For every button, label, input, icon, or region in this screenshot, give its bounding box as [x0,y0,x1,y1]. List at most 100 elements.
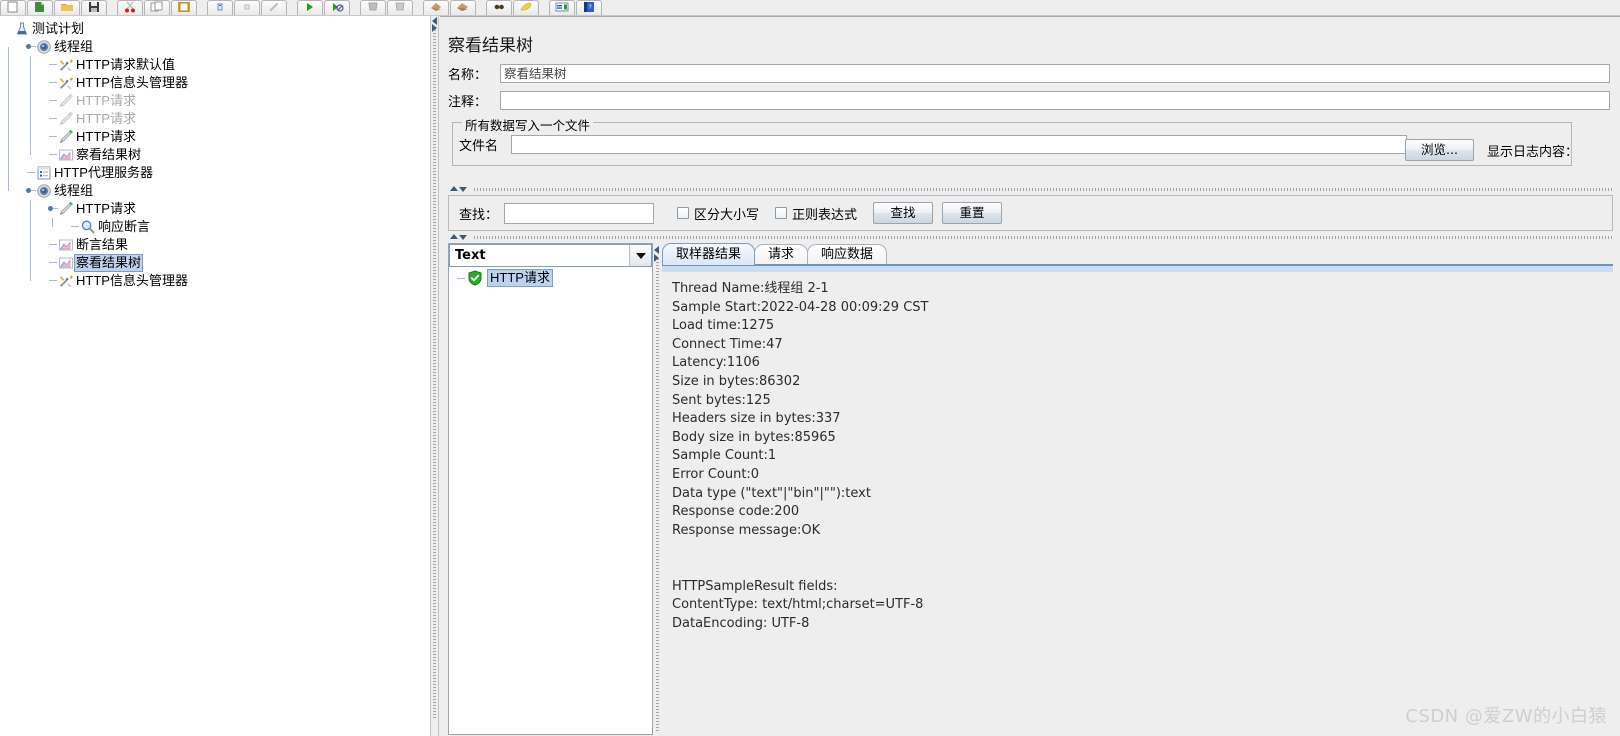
toolbar-separator [540,0,549,15]
stop-icon[interactable] [360,0,386,15]
search-label: 查找： [459,207,499,223]
stop-icon [366,1,380,16]
regex-checkbox[interactable] [775,207,788,219]
paste-icon[interactable] [171,0,197,15]
main-toolbar: ? [0,0,1620,16]
regex-label: 正则表达式 [792,207,858,223]
start-icon[interactable] [297,0,323,15]
tree-node[interactable]: HTTP请求 [0,92,430,110]
config-element-icon [58,57,74,73]
result-line: Error Count:0 [672,466,760,482]
lower-split-arrows[interactable] [450,233,472,242]
results-splitter-left-icon[interactable] [654,246,659,254]
function-helper-icon[interactable] [549,0,575,15]
result-line: Connect Time:47 [672,336,783,352]
shutdown-icon[interactable] [387,0,413,15]
result-line: Load time:1275 [672,318,775,334]
clear-all-icon[interactable] [450,0,476,15]
tree-node[interactable]: 察看结果树 [0,146,430,164]
config-element-icon [58,75,74,91]
find-button[interactable]: 查找 [873,202,934,224]
upper-split-collapse-up-icon[interactable] [450,186,458,191]
tab-2[interactable]: 请求 [754,244,809,265]
tree-expand-handle[interactable] [48,201,58,217]
lower-split-collapse-down-icon[interactable] [459,235,467,240]
toggle-icon[interactable] [261,0,287,15]
results-splitter[interactable] [653,243,662,735]
tree-node[interactable]: HTTP请求默认值 [0,56,430,74]
save-icon[interactable] [81,0,107,15]
tree-node-connector [48,273,58,289]
search-input[interactable] [504,202,654,224]
result-line: Response code:200 [672,504,800,520]
tree-node[interactable]: HTTP请求 [0,110,430,128]
cut-icon[interactable] [117,0,143,15]
tree-node[interactable]: HTTP代理服务器 [0,164,430,182]
splitter-one-touch-arrows[interactable] [431,17,440,32]
lower-split-collapse-up-icon[interactable] [450,234,458,239]
tree-expand-handle[interactable] [26,39,36,55]
new-icon[interactable] [0,0,26,15]
sample-result-tree[interactable]: HTTP请求 [449,269,652,734]
http-proxy-icon [36,165,52,181]
tree-node-connector [48,255,58,271]
copy-icon[interactable] [144,0,170,15]
case-sensitive-checkbox[interactable] [677,207,689,219]
tree-connector-line [8,47,9,191]
tree-node[interactable]: 响应断言 [0,218,430,236]
tab-3[interactable]: 响应数据 [807,244,888,265]
tab-1[interactable]: 取样器结果 [662,243,756,265]
tab-label: 取样器结果 [676,247,742,262]
tree-node[interactable]: 察看结果树 [0,254,430,272]
start-no-pause-icon[interactable] [324,0,350,15]
tree-node[interactable]: HTTP请求 [0,128,430,146]
filename-input[interactable] [511,135,1407,154]
templates-icon[interactable] [27,0,53,15]
main-vertical-splitter[interactable] [430,16,439,736]
clear-icon[interactable] [423,0,449,15]
tree-node[interactable]: HTTP信息头管理器 [0,74,430,92]
watermark: CSDN @爱ZW的小白猿 [1405,706,1607,727]
templates-icon [33,1,47,16]
jmeter-window: ? 测试计划 线程组 HTTP请求默认值 HTTP信息头管理器 HTTP请求 HTTP请求… [0,0,1620,736]
reset-button[interactable]: 重置 [942,202,1003,224]
tree-node[interactable]: HTTP请求 [0,200,430,218]
results-tree-pane[interactable]: Text HTTP请求 [448,243,653,735]
expand-icon[interactable] [207,0,233,15]
tree-node-label: HTTP代理服务器 [54,165,153,180]
search-icon[interactable] [486,0,512,15]
assertion-icon [80,219,96,235]
tree-node[interactable]: HTTP信息头管理器 [0,272,430,290]
view-results-tree-panel: 察看结果树 名称： 注释： 所有数据写入一个文件 文件名 浏览... 显示日志内… [440,16,1620,736]
test-plan-tree[interactable]: 测试计划 线程组 HTTP请求默认值 HTTP信息头管理器 HTTP请求 HTTP请求 HT… [0,16,430,290]
upper-split-divider[interactable] [448,185,1613,194]
http-sampler-icon [58,111,74,127]
open-icon[interactable] [54,0,80,15]
case-sensitive-checkbox-wrap[interactable]: 区分大小写 [677,204,759,223]
tree-node[interactable]: 线程组 [0,38,430,56]
result-line: Latency:1106 [672,355,760,371]
upper-split-arrows[interactable] [450,185,472,194]
sample-result-node[interactable]: HTTP请求 [449,269,652,287]
chevron-down-icon[interactable] [629,245,651,266]
tree-node[interactable]: 断言结果 [0,236,430,254]
browse-button[interactable]: 浏览... [1405,139,1474,161]
result-tabs[interactable]: 取样器结果 请求 响应数据 [662,243,888,265]
comment-input[interactable] [500,91,1610,110]
sampler-result-text[interactable]: Thread Name:线程组 2-1 Sample Start:2022-04-… [672,280,1607,733]
result-line: Body size in bytes:85965 [672,429,836,445]
regex-checkbox-wrap[interactable]: 正则表达式 [775,204,857,223]
tree-expand-handle[interactable] [26,183,36,199]
tree-node[interactable]: 测试计划 [0,20,430,38]
upper-split-collapse-down-icon[interactable] [459,187,467,192]
lower-split-divider[interactable] [448,233,1613,242]
collapse-icon[interactable] [234,0,260,15]
name-input[interactable] [500,64,1610,83]
tree-node[interactable]: 线程组 [0,182,430,200]
tree-expand-handle[interactable] [4,21,14,37]
help-icon[interactable]: ? [576,0,602,15]
expand-icon [213,1,227,16]
search-reset-icon[interactable] [513,0,539,15]
renderer-combo[interactable]: Text [449,244,652,267]
test-plan-tree-pane[interactable]: 测试计划 线程组 HTTP请求默认值 HTTP信息头管理器 HTTP请求 HTTP请求 HT… [0,16,430,736]
